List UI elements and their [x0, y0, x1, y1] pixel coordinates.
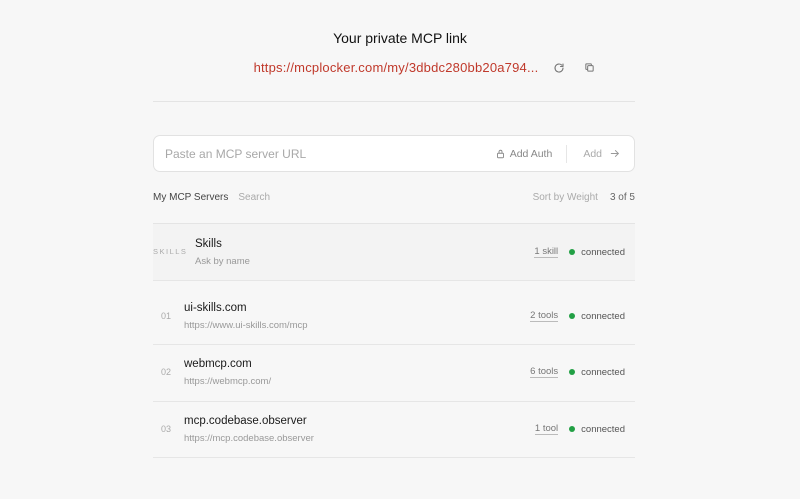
- search-tab[interactable]: Search: [238, 192, 270, 203]
- arrow-right-icon: [610, 150, 619, 157]
- add-button[interactable]: Add: [567, 148, 634, 160]
- server-url-input[interactable]: [154, 136, 496, 171]
- lock-icon: [496, 149, 504, 158]
- copy-icon[interactable]: [582, 61, 596, 75]
- status-dot-icon: [569, 249, 576, 255]
- tools-count-link[interactable]: 1 tool: [534, 423, 559, 435]
- server-url: https://mcp.codebase.observer: [184, 433, 314, 444]
- add-server-form: Add Auth Add: [153, 135, 635, 172]
- status-text: connected: [581, 366, 625, 378]
- page: Your private MCP link https://mcplocker.…: [0, 0, 800, 499]
- page-title: Your private MCP link: [333, 30, 467, 46]
- server-list-header: My MCP Servers Search Sort by Weight 3 o…: [153, 192, 635, 203]
- header-divider: [153, 101, 635, 102]
- server-count: 3 of 5: [609, 192, 635, 203]
- server-index: 02: [161, 367, 172, 377]
- server-status-group: 2 tools connected: [530, 310, 625, 322]
- tools-count-link[interactable]: 1 skill: [534, 246, 559, 258]
- add-auth-label: Add Auth: [509, 147, 553, 160]
- list-item-skills[interactable]: SKILLS Skills Ask by name 1 skill connec…: [153, 224, 635, 281]
- list-item-server[interactable]: 02 webmcp.com https://webmcp.com/ 6 tool…: [153, 345, 635, 402]
- status-text: connected: [581, 246, 625, 258]
- sort-button[interactable]: Sort by Weight: [533, 192, 598, 203]
- server-status-group: 6 tools connected: [530, 366, 625, 378]
- server-url: https://webmcp.com/: [184, 376, 272, 387]
- my-servers-tab[interactable]: My MCP Servers: [153, 192, 228, 203]
- server-index: 03: [161, 424, 172, 434]
- server-index: 01: [161, 311, 172, 321]
- list-item-server[interactable]: 03 mcp.codebase.observer https://mcp.cod…: [153, 402, 635, 458]
- status-dot-icon: [569, 426, 576, 432]
- server-status-group: 1 tool connected: [534, 423, 625, 435]
- skills-prefix: SKILLS: [153, 247, 188, 256]
- private-mcp-link[interactable]: https://mcplocker.com/my/3dbdc280bb20a79…: [254, 60, 539, 75]
- server-name: ui-skills.com: [184, 302, 247, 314]
- server-name: Skills: [195, 238, 222, 250]
- tools-count-link[interactable]: 6 tools: [530, 366, 559, 378]
- refresh-icon[interactable]: [552, 61, 566, 75]
- server-name: mcp.codebase.observer: [184, 415, 307, 427]
- mcp-link-row: https://mcplocker.com/my/3dbdc280bb20a79…: [0, 60, 800, 75]
- add-auth-button[interactable]: Add Auth: [496, 148, 567, 160]
- server-name: webmcp.com: [184, 358, 252, 370]
- status-dot-icon: [569, 313, 576, 319]
- server-status-group: 1 skill connected: [534, 246, 625, 258]
- server-url: https://www.ui-skills.com/mcp: [184, 320, 308, 331]
- list-item-server[interactable]: 01 ui-skills.com https://www.ui-skills.c…: [153, 289, 635, 345]
- add-label: Add: [583, 147, 602, 160]
- server-subtitle: Ask by name: [195, 256, 250, 267]
- status-text: connected: [581, 310, 625, 322]
- status-text: connected: [581, 423, 625, 435]
- status-dot-icon: [569, 369, 576, 375]
- tools-count-link[interactable]: 2 tools: [530, 310, 559, 322]
